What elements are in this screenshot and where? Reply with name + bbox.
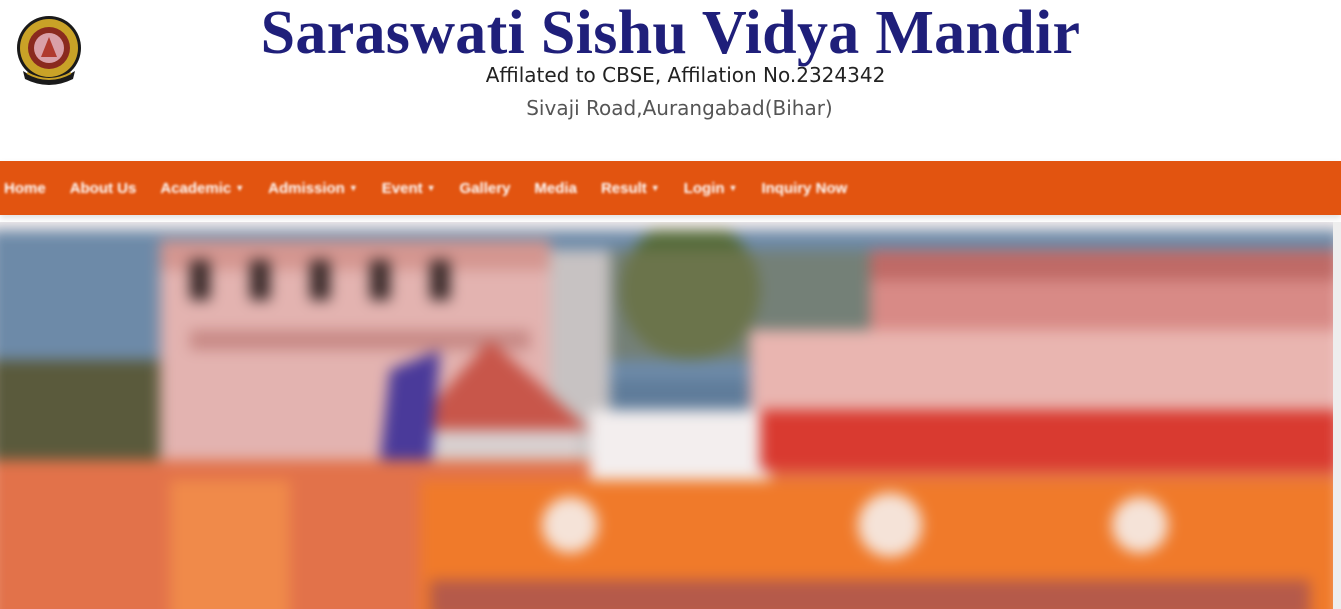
nav-item-label: Admission [268, 179, 345, 197]
nav-item-label: Inquiry Now [761, 179, 848, 197]
nav-item-label: Login [683, 179, 725, 197]
main-navbar: Home About Us Academic ▼ Admission ▼ Event ▼ Gal… [0, 161, 1341, 215]
school-title: Saraswati Sishu Vidya Mandir [260, 0, 1081, 67]
site-header: Saraswati Sishu Vidya Mandir Affilated t… [0, 0, 1341, 160]
nav-item-label: Result [600, 179, 647, 197]
nav-item-label: Event [381, 179, 423, 197]
nav-item-home[interactable]: Home [4, 180, 46, 197]
nav-item-label: About Us [69, 179, 137, 197]
nav-item-login[interactable]: Login ▼ [684, 180, 738, 197]
chevron-down-icon: ▼ [728, 183, 738, 193]
affiliation-text: Affilated to CBSE, Affilation No.2324342 [485, 63, 886, 87]
chevron-down-icon: ▼ [650, 183, 660, 193]
nav-item-media[interactable]: Media [534, 180, 577, 197]
chevron-down-icon: ▼ [348, 183, 358, 193]
school-building-photo [0, 230, 1340, 609]
nav-item-label: Academic [160, 179, 232, 197]
chevron-down-icon: ▼ [426, 183, 436, 193]
nav-list: Home About Us Academic ▼ Admission ▼ Event ▼ Gal… [0, 161, 1341, 215]
address-text: Sivaji Road,Aurangabad(Bihar) [526, 96, 833, 120]
nav-item-label: Gallery [459, 179, 511, 197]
nav-item-result[interactable]: Result ▼ [601, 180, 660, 197]
nav-item-about-us[interactable]: About Us [70, 180, 137, 197]
nav-item-label: Media [534, 179, 577, 197]
nav-item-inquiry-now[interactable]: Inquiry Now [761, 180, 847, 197]
nav-item-label: Home [4, 179, 46, 197]
chevron-down-icon: ▼ [235, 183, 245, 193]
nav-item-event[interactable]: Event ▼ [382, 180, 436, 197]
nav-item-gallery[interactable]: Gallery [460, 180, 511, 197]
nav-item-academic[interactable]: Academic ▼ [160, 180, 244, 197]
page-scrollbar[interactable] [1333, 222, 1341, 609]
hero-banner [0, 222, 1341, 609]
nav-item-admission[interactable]: Admission ▼ [268, 180, 358, 197]
